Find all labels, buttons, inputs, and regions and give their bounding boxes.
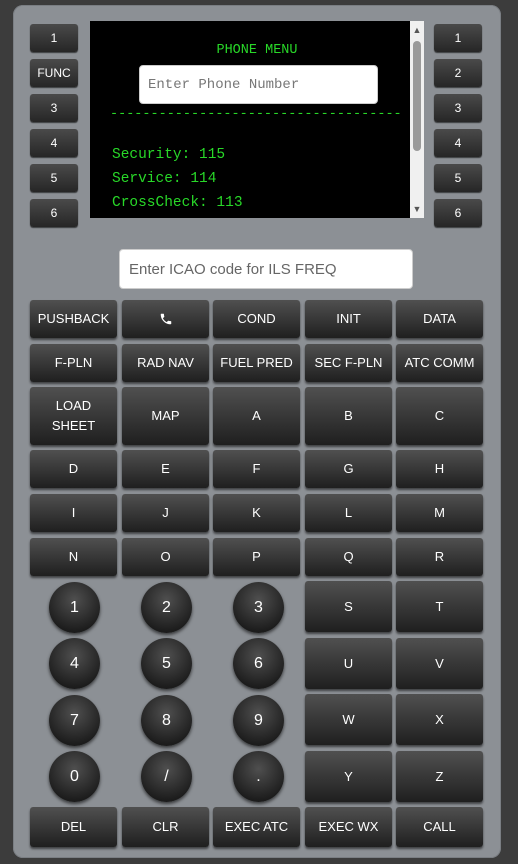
sec-fpln-button[interactable]: SEC F-PLN: [305, 344, 392, 382]
load-sheet-label-line2: SHEET: [51, 418, 96, 433]
key-v[interactable]: V: [396, 638, 483, 689]
key-c[interactable]: C: [396, 387, 483, 445]
screen-scrollbar[interactable]: ▲ ▼: [410, 21, 424, 218]
key-g[interactable]: G: [305, 450, 392, 488]
atc-comm-button[interactable]: ATC COMM: [396, 344, 483, 382]
key-u[interactable]: U: [305, 638, 392, 689]
key-j[interactable]: J: [122, 494, 209, 532]
key-dot[interactable]: .: [233, 751, 284, 802]
mcdu-display: PHONE MENU -----------------------------…: [90, 21, 424, 218]
phone-button[interactable]: [122, 300, 209, 338]
screen-title: PHONE MENU: [216, 43, 298, 58]
left-lsk-3[interactable]: 3: [30, 94, 78, 122]
data-button[interactable]: DATA: [396, 300, 483, 338]
fuel-pred-button[interactable]: FUEL PRED: [213, 344, 300, 382]
left-lsk-func[interactable]: FUNC: [30, 59, 78, 87]
exec-wx-button[interactable]: EXEC WX: [305, 807, 392, 847]
icao-code-input[interactable]: [119, 249, 413, 289]
key-n[interactable]: N: [30, 538, 117, 576]
call-button[interactable]: CALL: [396, 807, 483, 847]
key-3[interactable]: 3: [233, 582, 284, 633]
phone-icon: [159, 312, 173, 326]
left-lsk-6[interactable]: 6: [30, 199, 78, 227]
scroll-up-icon[interactable]: ▲: [410, 23, 424, 37]
left-lsk-4[interactable]: 4: [30, 129, 78, 157]
key-k[interactable]: K: [213, 494, 300, 532]
right-lsk-4[interactable]: 4: [434, 129, 482, 157]
cond-button[interactable]: COND: [213, 300, 300, 338]
key-1[interactable]: 1: [49, 582, 100, 633]
key-a[interactable]: A: [213, 387, 300, 445]
key-f[interactable]: F: [213, 450, 300, 488]
key-e[interactable]: E: [122, 450, 209, 488]
key-p[interactable]: P: [213, 538, 300, 576]
load-sheet-label-line1: LOAD: [55, 398, 92, 413]
del-button[interactable]: DEL: [30, 807, 117, 847]
key-o[interactable]: O: [122, 538, 209, 576]
phone-number-input[interactable]: [139, 65, 378, 104]
phone-entry-security: Security: 115: [112, 147, 226, 163]
fpln-button[interactable]: F-PLN: [30, 344, 117, 382]
key-6[interactable]: 6: [233, 638, 284, 689]
key-t[interactable]: T: [396, 581, 483, 632]
screen-divider: ----------------------------------------…: [110, 107, 400, 122]
left-lsk-1[interactable]: 1: [30, 24, 78, 52]
key-5[interactable]: 5: [141, 638, 192, 689]
key-9[interactable]: 9: [233, 695, 284, 746]
key-b[interactable]: B: [305, 387, 392, 445]
load-sheet-button[interactable]: LOAD SHEET: [30, 387, 117, 445]
right-lsk-5[interactable]: 5: [434, 164, 482, 192]
right-lsk-3[interactable]: 3: [434, 94, 482, 122]
right-lsk-6[interactable]: 6: [434, 199, 482, 227]
key-slash[interactable]: /: [141, 751, 192, 802]
scroll-thumb[interactable]: [413, 41, 421, 151]
key-i[interactable]: I: [30, 494, 117, 532]
key-w[interactable]: W: [305, 694, 392, 745]
right-lsk-1[interactable]: 1: [434, 24, 482, 52]
phone-entry-service: Service: 114: [112, 171, 217, 187]
rad-nav-button[interactable]: RAD NAV: [122, 344, 209, 382]
init-button[interactable]: INIT: [305, 300, 392, 338]
key-s[interactable]: S: [305, 581, 392, 632]
key-8[interactable]: 8: [141, 695, 192, 746]
key-7[interactable]: 7: [49, 695, 100, 746]
key-0[interactable]: 0: [49, 751, 100, 802]
phone-entry-crosscheck: CrossCheck: 113: [112, 195, 243, 211]
key-m[interactable]: M: [396, 494, 483, 532]
left-lsk-5[interactable]: 5: [30, 164, 78, 192]
key-2[interactable]: 2: [141, 582, 192, 633]
key-l[interactable]: L: [305, 494, 392, 532]
exec-atc-button[interactable]: EXEC ATC: [213, 807, 300, 847]
key-z[interactable]: Z: [396, 751, 483, 802]
key-4[interactable]: 4: [49, 638, 100, 689]
map-button[interactable]: MAP: [122, 387, 209, 445]
right-lsk-2[interactable]: 2: [434, 59, 482, 87]
key-q[interactable]: Q: [305, 538, 392, 576]
clr-button[interactable]: CLR: [122, 807, 209, 847]
scroll-down-icon[interactable]: ▼: [410, 202, 424, 216]
key-r[interactable]: R: [396, 538, 483, 576]
key-y[interactable]: Y: [305, 751, 392, 802]
key-h[interactable]: H: [396, 450, 483, 488]
pushback-button[interactable]: PUSHBACK: [30, 300, 117, 338]
key-x[interactable]: X: [396, 694, 483, 745]
key-d[interactable]: D: [30, 450, 117, 488]
